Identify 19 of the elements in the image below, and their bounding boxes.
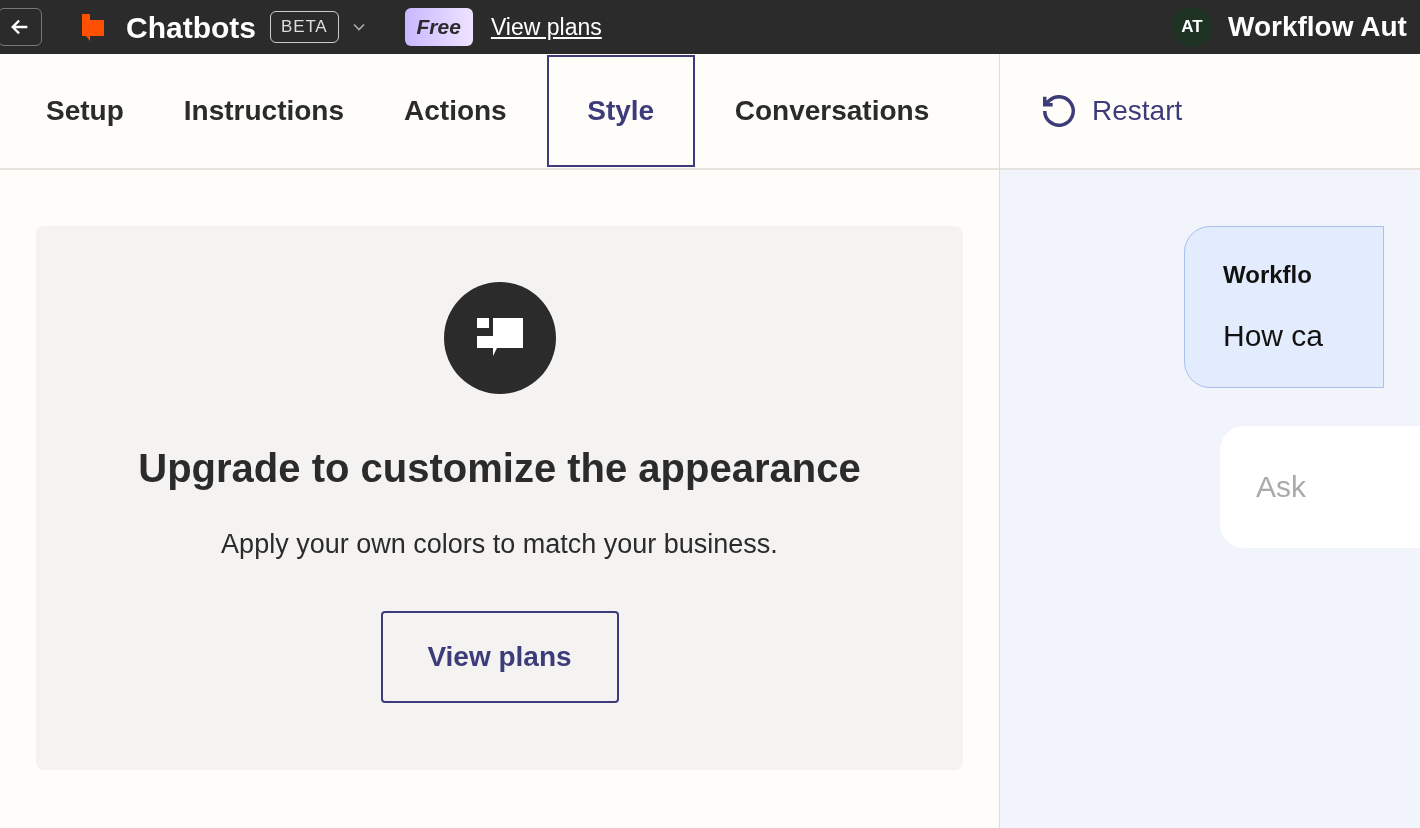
tab[interactable]: Setup xyxy=(16,55,154,167)
view-plans-link[interactable]: View plans xyxy=(490,9,602,45)
message-sender: Workflo xyxy=(1223,260,1313,290)
restart-icon xyxy=(1040,92,1078,130)
beta-badge: BETA xyxy=(270,11,339,43)
upgrade-text: Apply your own colors to match your business. xyxy=(221,528,778,561)
tab[interactable]: Actions xyxy=(374,55,537,167)
tab[interactable]: Style xyxy=(546,55,695,167)
tab[interactable]: Conversations xyxy=(704,55,960,167)
restart-button[interactable]: Restart xyxy=(1040,90,1183,132)
plan-badge: Free xyxy=(404,8,473,46)
upgrade-title: Upgrade to customize the appearance xyxy=(138,445,861,492)
message-text: How ca xyxy=(1223,318,1325,354)
workspace-name[interactable]: Workflow Aut xyxy=(1228,6,1420,48)
avatar[interactable]: AT xyxy=(1172,7,1212,47)
tab[interactable]: Instructions xyxy=(153,55,374,167)
view-plans-button[interactable]: View plans xyxy=(380,610,619,703)
message-input[interactable]: Ask xyxy=(1220,426,1420,548)
app-title: Chatbots xyxy=(126,9,256,46)
